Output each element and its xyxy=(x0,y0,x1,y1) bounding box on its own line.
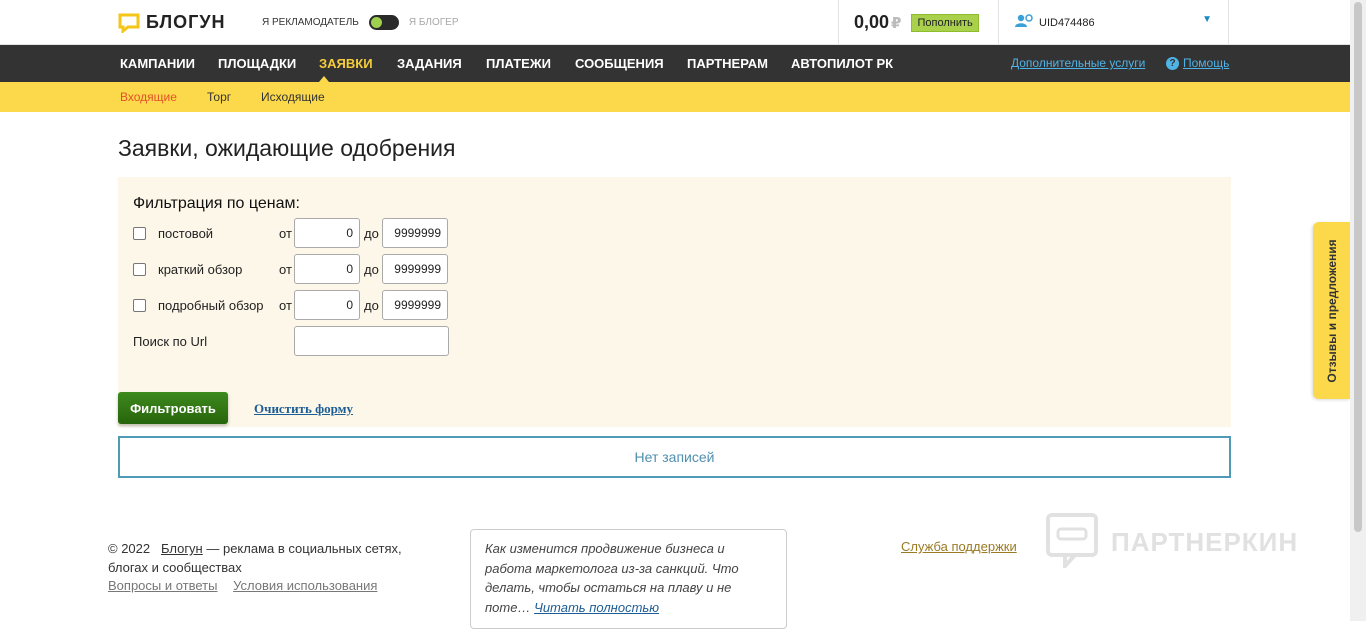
balance-panel: 0,00 ₽ Пополнить xyxy=(838,0,998,45)
role-blogger-label[interactable]: Я БЛОГЕР xyxy=(409,17,459,28)
price-to-input[interactable] xyxy=(382,290,448,320)
price-from-input[interactable] xyxy=(294,218,360,248)
footer-links: Вопросы и ответы Условия использования xyxy=(108,578,389,593)
extra-services-link[interactable]: Дополнительные услуги xyxy=(1011,56,1145,70)
user-id: UID474486 xyxy=(1039,16,1095,29)
filter-heading: Фильтрация по ценам: xyxy=(133,195,300,212)
no-records-message: Нет записей xyxy=(118,436,1231,478)
logo-text: БЛОГУН xyxy=(146,12,226,32)
subnav-outgoing[interactable]: Исходящие xyxy=(261,90,325,104)
role-advertiser-label[interactable]: Я РЕКЛАМОДАТЕЛЬ xyxy=(262,17,359,28)
nav-platforms[interactable]: ПЛОЩАДКИ xyxy=(218,56,296,71)
watermark-text: ПАРТНЕРКИН xyxy=(1111,527,1299,557)
subnav-incoming[interactable]: Входящие xyxy=(120,90,177,104)
scrollbar-thumb[interactable] xyxy=(1354,2,1362,532)
price-to-input[interactable] xyxy=(382,218,448,248)
copyright-year: © 2022 xyxy=(108,541,151,556)
from-label: от xyxy=(279,298,292,313)
read-more-link[interactable]: Читать полностью xyxy=(534,600,659,615)
filter-row-label: постовой xyxy=(158,226,214,241)
filter-panel: Фильтрация по ценам: постовой от до крат… xyxy=(118,177,1231,427)
filter-row-full-review: подробный обзор от до xyxy=(133,290,463,320)
footer-brand-link[interactable]: Блогун xyxy=(161,541,203,556)
help-link[interactable]: Помощь xyxy=(1183,56,1229,70)
toggle-knob xyxy=(370,17,382,28)
checkbox-short-review[interactable] xyxy=(133,263,146,276)
filter-row-post: постовой от до xyxy=(133,218,463,248)
nav-campaigns[interactable]: КАМПАНИИ xyxy=(120,56,195,71)
from-label: от xyxy=(279,262,292,277)
role-toggle[interactable] xyxy=(368,15,399,30)
to-label: до xyxy=(364,298,379,313)
feedback-tab-label: Отзывы и предложения xyxy=(1324,238,1339,383)
clear-form-link[interactable]: Очистить форму xyxy=(254,401,353,417)
to-label: до xyxy=(364,226,379,241)
footer-tagline: — реклама в социальных сетях, блогах и с… xyxy=(108,541,402,575)
nav-messages[interactable]: СООБЩЕНИЯ xyxy=(575,56,664,71)
checkbox-full-review[interactable] xyxy=(133,299,146,312)
top-bar: БЛОГУН Я РЕКЛАМОДАТЕЛЬ Я БЛОГЕР 0,00 ₽ По… xyxy=(0,0,1350,45)
currency-symbol: ₽ xyxy=(891,15,902,32)
sub-nav: Входящие Торг Исходящие xyxy=(0,82,1350,112)
help-icon[interactable]: ? xyxy=(1166,57,1179,70)
filter-row-label: подробный обзор xyxy=(158,298,264,313)
terms-link[interactable]: Условия использования xyxy=(233,578,377,593)
user-menu[interactable]: UID474486 ▼ xyxy=(998,0,1229,45)
nav-partners[interactable]: ПАРТНЕРАМ xyxy=(687,56,768,71)
role-switch: Я РЕКЛАМОДАТЕЛЬ Я БЛОГЕР xyxy=(262,15,459,30)
logo[interactable]: БЛОГУН xyxy=(118,12,226,34)
nav-requests[interactable]: ЗАЯВКИ xyxy=(319,56,373,71)
subnav-bargain[interactable]: Торг xyxy=(207,90,231,104)
filter-row-short-review: краткий обзор от до xyxy=(133,254,463,284)
topup-button[interactable]: Пополнить xyxy=(911,13,979,32)
logo-icon xyxy=(118,13,140,34)
support-link[interactable]: Служба поддержки xyxy=(901,539,1017,554)
nav-autopilot[interactable]: АВТОПИЛОТ РК xyxy=(791,56,893,71)
faq-link[interactable]: Вопросы и ответы xyxy=(108,578,217,593)
balance-value: 0,00 ₽ xyxy=(854,12,902,32)
to-label: до xyxy=(364,262,379,277)
user-icon xyxy=(1015,14,1033,31)
price-from-input[interactable] xyxy=(294,254,360,284)
feedback-tab[interactable]: Отзывы и предложения xyxy=(1313,222,1350,399)
chevron-down-icon[interactable]: ▼ xyxy=(1202,14,1212,25)
filter-row-label: краткий обзор xyxy=(158,262,243,277)
scrollbar[interactable] xyxy=(1350,0,1366,621)
page-title: Заявки, ожидающие одобрения xyxy=(118,135,456,161)
price-from-input[interactable] xyxy=(294,290,360,320)
main-nav: КАМПАНИИ ПЛОЩАДКИ ЗАЯВКИ ЗАДАНИЯ ПЛАТЕЖИ… xyxy=(0,45,1350,82)
url-search-input[interactable] xyxy=(294,326,449,356)
partnerkin-watermark: ПАРТНЕРКИН xyxy=(1045,512,1298,573)
nav-tasks[interactable]: ЗАДАНИЯ xyxy=(397,56,462,71)
filter-button[interactable]: Фильтровать xyxy=(118,392,228,424)
url-search-label: Поиск по Url xyxy=(133,334,208,349)
partnerkin-logo-icon xyxy=(1045,512,1099,573)
article-teaser: Как изменится продвижение бизнеса и рабо… xyxy=(470,529,787,629)
price-to-input[interactable] xyxy=(382,254,448,284)
nav-payments[interactable]: ПЛАТЕЖИ xyxy=(486,56,551,71)
footer-copyright: © 2022 Блогун — реклама в социальных сет… xyxy=(108,539,428,577)
checkbox-post[interactable] xyxy=(133,227,146,240)
from-label: от xyxy=(279,226,292,241)
